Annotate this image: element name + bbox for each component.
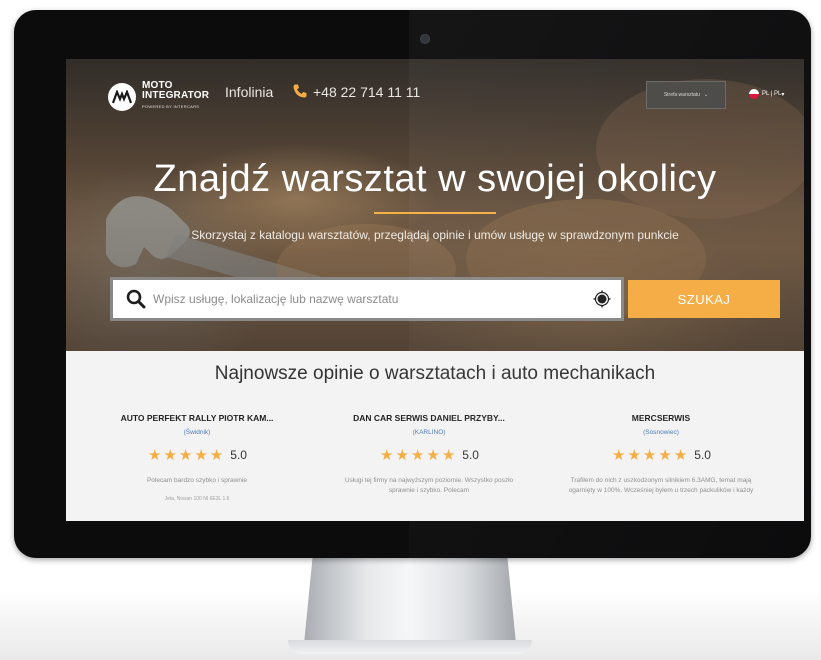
search-input[interactable] bbox=[151, 291, 593, 307]
search-icon bbox=[126, 289, 146, 309]
hero-title: Znajdź warsztat w swojej okolicy bbox=[153, 158, 717, 200]
star-icon: ★ bbox=[395, 447, 409, 464]
star-icon: ★ bbox=[642, 447, 657, 464]
review-text: Polecam bardzo szybko i sprawnie bbox=[146, 477, 248, 484]
rating: ★ ★ ★ ★ ★ 5.0 bbox=[566, 446, 756, 464]
hero-subtitle: Skorzystaj z katalogu warsztatów, przegl… bbox=[191, 228, 679, 242]
phone-number-link[interactable]: +48 22 714 11 11 bbox=[313, 84, 420, 100]
language-selector[interactable]: PL | PL ▾ bbox=[749, 89, 784, 99]
chevron-down-icon: ⌄ bbox=[703, 92, 709, 98]
search-bar bbox=[110, 277, 624, 321]
star-icon: ★ bbox=[410, 447, 425, 464]
review-text: Trafiłem do nich z uszkodzonym silnikiem… bbox=[568, 477, 754, 494]
workshop-zone-button[interactable]: Strefa warsztatu ⌄ bbox=[646, 81, 726, 109]
review-card[interactable]: AUTO PERFEKT RALLY PIOTR KAM... (Świdnik… bbox=[102, 413, 292, 502]
workshop-name[interactable]: DAN CAR SERWIS DANIEL PRZYBY... bbox=[334, 413, 524, 423]
workshop-zone-label: Strefa warsztatu bbox=[663, 92, 700, 98]
logo-wordmark: MOTO INTEGRATOR POWERED BY INTERCARS bbox=[142, 81, 209, 112]
chevron-down-icon: ▾ bbox=[781, 91, 785, 98]
logo-line-3: POWERED BY INTERCARS bbox=[142, 104, 200, 109]
review-vehicle: Jeta, Nissan 100 NI 6E3L 1.6 bbox=[164, 496, 230, 502]
star-icon: ★ bbox=[627, 447, 641, 464]
monitor-base bbox=[288, 640, 532, 654]
star-icon: ★ bbox=[612, 447, 626, 464]
language-label: PL | PL bbox=[762, 91, 782, 97]
latest-reviews-section: Najnowsze opinie o warsztatach i auto me… bbox=[66, 351, 804, 521]
star-icon: ★ bbox=[658, 447, 672, 464]
review-card[interactable]: DAN CAR SERWIS DANIEL PRZYBY... (KARLINO… bbox=[334, 413, 524, 496]
phone-icon bbox=[293, 84, 307, 98]
rating: ★ ★ ★ ★ ★ 5.0 bbox=[102, 446, 292, 464]
star-icon: ★ bbox=[426, 447, 440, 464]
webcam-icon bbox=[420, 34, 430, 44]
rating-value: 5.0 bbox=[694, 448, 711, 462]
star-icon: ★ bbox=[148, 447, 162, 464]
reviews-title: Najnowsze opinie o warsztatach i auto me… bbox=[214, 363, 656, 384]
logo-mark-icon bbox=[108, 82, 136, 111]
star-icon: ★ bbox=[178, 447, 193, 464]
workshop-name[interactable]: AUTO PERFEKT RALLY PIOTR KAM... bbox=[102, 413, 292, 423]
star-icon: ★ bbox=[163, 447, 177, 464]
hero-section: MOTO INTEGRATOR POWERED BY INTERCARS Inf… bbox=[66, 59, 804, 351]
locate-me-icon[interactable] bbox=[593, 290, 611, 308]
star-icon: ★ bbox=[194, 447, 208, 464]
review-text: Usługi tej firmy na najwyższym poziomie.… bbox=[344, 477, 514, 494]
review-card[interactable]: MERCSERWIS (Sosnowiec) ★ ★ ★ ★ ★ 5.0 Trafiłe… bbox=[566, 413, 756, 496]
hotline-label: Infolinia bbox=[225, 84, 274, 100]
workshop-city: (Sosnowiec) bbox=[643, 429, 679, 436]
poland-flag-icon bbox=[749, 89, 759, 99]
rating-value: 5.0 bbox=[462, 448, 479, 462]
title-underline bbox=[374, 212, 496, 214]
rating: ★ ★ ★ ★ ★ 5.0 bbox=[334, 446, 524, 464]
workshop-city: (Świdnik) bbox=[183, 429, 211, 436]
workshop-city: (KARLINO) bbox=[412, 429, 446, 436]
star-icon: ★ bbox=[441, 447, 456, 464]
workshop-name[interactable]: MERCSERWIS bbox=[566, 413, 756, 423]
logo-line-2: INTEGRATOR bbox=[142, 90, 210, 101]
monitor-bezel: MOTO INTEGRATOR POWERED BY INTERCARS Inf… bbox=[14, 10, 811, 558]
search-button[interactable]: SZUKAJ bbox=[628, 280, 780, 318]
rating-value: 5.0 bbox=[230, 448, 247, 462]
star-icon: ★ bbox=[673, 447, 688, 464]
top-navbar: MOTO INTEGRATOR POWERED BY INTERCARS Inf… bbox=[66, 59, 804, 129]
monitor-stand bbox=[304, 558, 516, 644]
star-icon: ★ bbox=[209, 447, 224, 464]
star-icon: ★ bbox=[380, 447, 394, 464]
moto-integrator-logo[interactable]: MOTO INTEGRATOR POWERED BY INTERCARS bbox=[108, 81, 209, 112]
website-screen: MOTO INTEGRATOR POWERED BY INTERCARS Inf… bbox=[66, 59, 804, 521]
